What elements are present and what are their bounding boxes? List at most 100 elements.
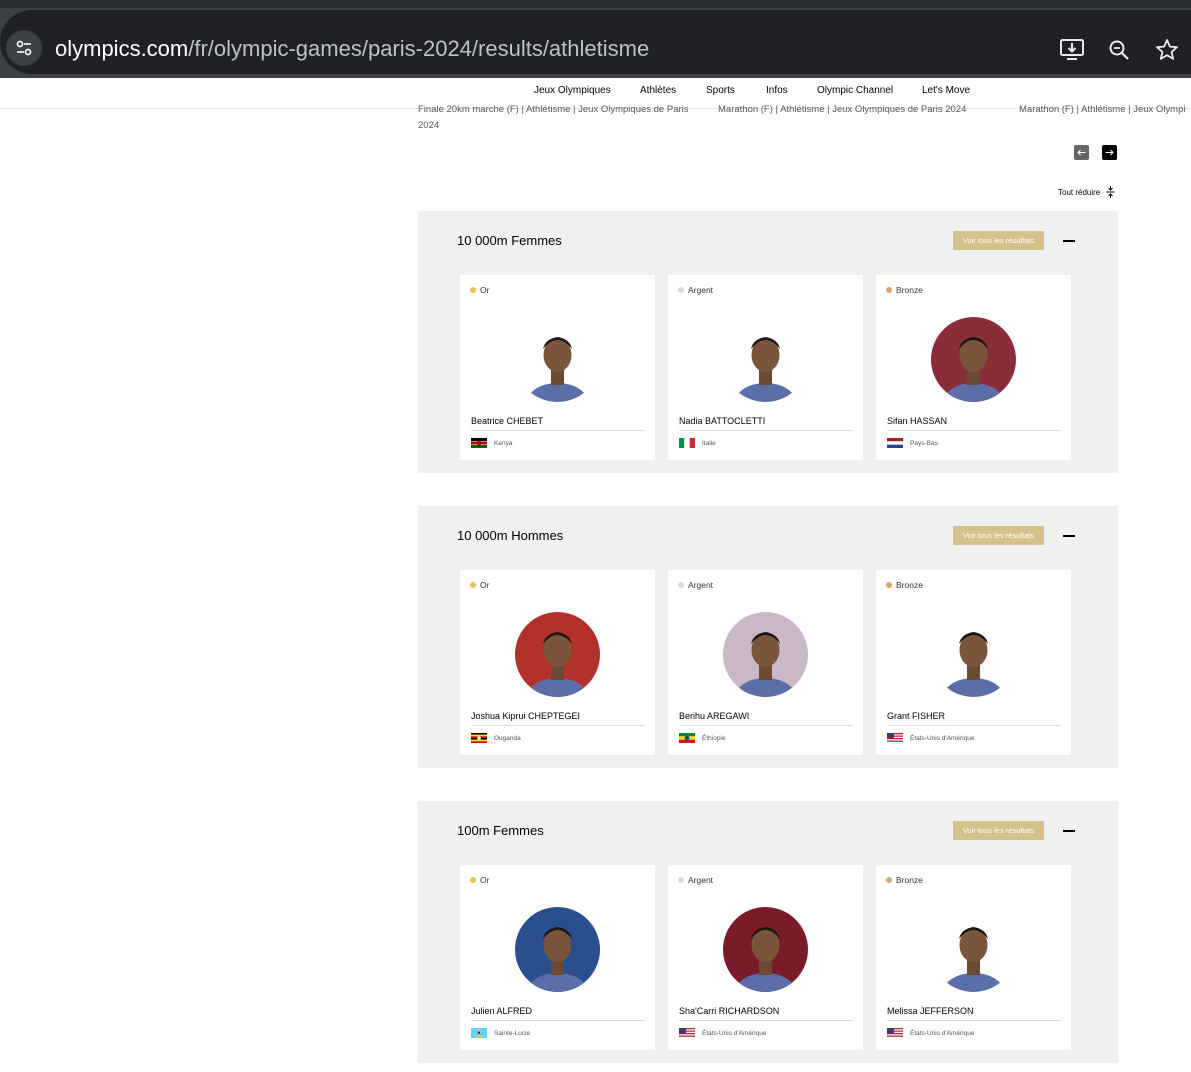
athlete-country: Ouganda [471,733,521,743]
medal-bronze-icon [886,877,892,883]
install-icon[interactable] [1058,36,1086,64]
medal-card-gold[interactable]: Or Joshua Kiprui CHEPTEGEI Ouganda [460,570,655,755]
medal-label-text: Argent [688,875,714,885]
event-title: 10 000m Femmes [457,233,562,248]
athlete-photo[interactable] [515,612,600,697]
medal-card-bronze[interactable]: Bronze Grant FISHER États-Unis d'Amérique [876,570,1071,755]
event-panel: 10 000m Hommes Voir tous les résultats O… [418,506,1118,768]
country-name: Éthiopie [702,734,726,742]
medal-label-text: Argent [688,285,714,295]
card-divider [887,1020,1061,1021]
athlete-country: Sainte-Lucie [471,1028,530,1038]
flag-italy-icon [679,438,695,448]
carousel-item[interactable]: Marathon (F) | Athlétisme | Jeux Olympiq… [718,102,1008,118]
athlete-photo[interactable] [723,907,808,992]
athlete-photo[interactable] [931,612,1016,697]
see-all-results-button[interactable]: Voir tous les résultats [953,231,1044,250]
athlete-name[interactable]: Melissa JEFFERSON [887,1006,974,1016]
medal-silver-icon [678,287,684,293]
flag-uganda-icon [471,733,487,743]
nav-sports[interactable]: Sports [706,85,735,96]
medal-silver-icon [678,877,684,883]
medal-label: Or [470,875,489,885]
medal-label-text: Or [480,875,490,885]
see-all-results-button[interactable]: Voir tous les résultats [953,526,1044,545]
athlete-country: Kenya [471,438,512,448]
medal-card-bronze[interactable]: Bronze Sifan HASSAN Pays-Bas [876,275,1071,460]
collapse-event-icon[interactable] [1063,240,1075,242]
country-name: Italie [702,439,716,447]
athlete-photo[interactable] [931,317,1016,402]
athlete-name[interactable]: Berihu AREGAWI [679,711,749,721]
star-icon[interactable] [1153,36,1181,64]
flag-usa-icon [887,1028,903,1038]
collapse-all-button[interactable]: Tout réduire [1058,186,1115,198]
nav-olympic-channel[interactable]: Olympic Channel [817,85,893,96]
athlete-photo[interactable] [723,317,808,402]
nav-jeux-olympiques[interactable]: Jeux Olympiques [534,85,611,96]
medal-label: Argent [678,875,713,885]
see-all-results-button[interactable]: Voir tous les résultats [953,821,1044,840]
athlete-photo[interactable] [515,317,600,402]
country-name: Kenya [494,439,513,447]
arrow-left-icon[interactable] [1074,145,1089,160]
athlete-name[interactable]: Julien ALFRED [471,1006,532,1016]
event-panel: 10 000m Femmes Voir tous les résultats O… [418,211,1118,473]
nav-infos[interactable]: Infos [766,85,788,96]
athlete-photo[interactable] [515,907,600,992]
medal-card-silver[interactable]: Argent Nadia BATTOCLETTI Italie [668,275,863,460]
medal-silver-icon [678,582,684,588]
medal-card-gold[interactable]: Or Beatrice CHEBET Kenya [460,275,655,460]
carousel-item[interactable]: Marathon (F) | Athlétisme | Jeux Olympi [1019,102,1191,118]
collapse-event-icon[interactable] [1063,535,1075,537]
nav-lets-move[interactable]: Let's Move [922,85,970,96]
athlete-name[interactable]: Joshua Kiprui CHEPTEGEI [471,711,580,721]
medal-label-text: Bronze [896,285,923,295]
athlete-name[interactable]: Sha'Carri RICHARDSON [679,1006,779,1016]
athlete-country: Éthiopie [679,733,726,743]
card-divider [471,725,645,726]
card-divider [887,725,1061,726]
country-name: États-Unis d'Amérique [702,1029,767,1037]
collapse-event-icon[interactable] [1063,830,1075,832]
url-text[interactable]: olympics.com/fr/olympic-games/paris-2024… [55,36,649,62]
medal-gold-icon [470,877,476,883]
athlete-country: États-Unis d'Amérique [887,1028,974,1038]
athlete-photo[interactable] [931,907,1016,992]
medal-label-text: Bronze [896,580,923,590]
athlete-country: Italie [679,438,716,448]
tune-icon[interactable] [6,30,42,66]
medal-card-silver[interactable]: Argent Sha'Carri RICHARDSON États-Unis d'A… [668,865,863,1050]
medal-card-gold[interactable]: Or Julien ALFRED Sainte-Lucie [460,865,655,1050]
athlete-country: États-Unis d'Amérique [887,733,974,743]
zoom-icon[interactable] [1105,36,1133,64]
athlete-country: Pays-Bas [887,438,938,448]
event-title: 10 000m Hommes [457,528,564,543]
medal-label-text: Bronze [896,875,923,885]
medal-card-bronze[interactable]: Bronze Melissa JEFFERSON États-Unis d'Amér… [876,865,1071,1050]
athlete-country: États-Unis d'Amérique [679,1028,766,1038]
medal-label: Bronze [886,875,923,885]
medal-label: Or [470,580,489,590]
medal-label-text: Or [480,285,490,295]
medal-label: Argent [678,580,713,590]
medal-label: Argent [678,285,713,295]
athlete-name[interactable]: Beatrice CHEBET [471,416,543,426]
medal-label: Bronze [886,285,923,295]
athlete-name[interactable]: Sifan HASSAN [887,416,947,426]
arrow-right-icon[interactable] [1102,145,1117,160]
address-bar[interactable]: olympics.com/fr/olympic-games/paris-2024… [0,10,1191,74]
collapse-all-icon [1106,186,1115,198]
athlete-name[interactable]: Grant FISHER [887,711,945,721]
athlete-photo[interactable] [723,612,808,697]
medal-label: Bronze [886,580,923,590]
medal-card-silver[interactable]: Argent Berihu AREGAWI Éthiopie [668,570,863,755]
event-panel: 100m Femmes Voir tous les résultats Or Ju… [418,801,1118,1063]
athlete-name[interactable]: Nadia BATTOCLETTI [679,416,765,426]
country-name: Pays-Bas [910,439,938,447]
browser-toolbar: olympics.com/fr/olympic-games/paris-2024… [0,0,1191,78]
carousel-item[interactable]: Finale 20km marche (F) | Athlétisme | Je… [418,102,708,134]
card-divider [679,725,853,726]
nav-athletes[interactable]: Athlètes [640,85,676,96]
flag-usa-icon [679,1028,695,1038]
